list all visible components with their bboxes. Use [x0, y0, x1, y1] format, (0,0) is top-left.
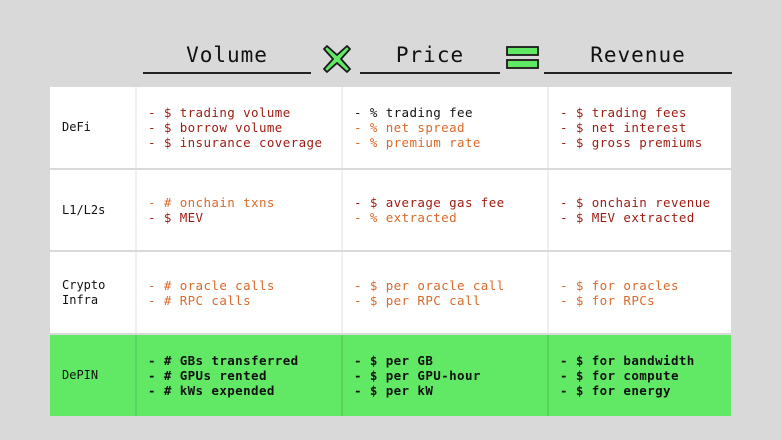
list-item: - $ trading fees	[560, 105, 687, 120]
list-item: - % trading fee	[354, 105, 473, 120]
revenue-cell: - $ for bandwidth - $ for compute - $ fo…	[547, 335, 731, 416]
equals-icon	[506, 46, 539, 69]
x-multiply-icon	[323, 45, 351, 73]
list-item: - # onchain txns	[148, 195, 275, 210]
list-item: - $ per RPC call	[354, 292, 481, 308]
list-item: - $ MEV	[148, 210, 204, 225]
volume-header: Volume	[143, 40, 311, 74]
price-cell: - $ average gas fee - % extracted	[341, 170, 547, 250]
list-item: - % extracted	[354, 210, 458, 225]
volume-cell: - # onchain txns - $ MEV	[135, 170, 341, 250]
table-row-defi: DeFi - $ trading volume - $ borrow volum…	[50, 87, 731, 168]
price-cell: - $ per GB - $ per GPU-hour - $ per kW	[341, 335, 547, 416]
volume-cell: - # GBs transferred - # GPUs rented - # …	[135, 335, 341, 416]
table-row-crypto-infra: Crypto Infra - # oracle calls - # RPC ca…	[50, 252, 731, 333]
row-label: DeFi	[62, 120, 91, 134]
price-cell: - $ per oracle call - $ per RPC call	[341, 252, 547, 333]
row-label: Crypto Infra	[62, 277, 106, 307]
row-label: DePIN	[62, 368, 99, 382]
revenue-cell: - $ onchain revenue - $ MEV extracted	[547, 170, 731, 250]
list-item: - $ MEV extracted	[560, 210, 695, 225]
list-item: - % premium rate	[354, 135, 481, 150]
list-item: - # RPC calls	[148, 292, 252, 308]
list-item: - $ per kW	[354, 383, 434, 398]
row-label: L1/L2s	[62, 202, 106, 217]
price-header: Price	[360, 40, 500, 74]
list-item: - % net spread	[354, 120, 465, 135]
revenue-cell: - $ for oracles - $ for RPCs	[547, 252, 731, 333]
list-item: - $ for bandwidth	[560, 353, 695, 368]
table-row-depin: DePIN - # GBs transferred - # GPUs rente…	[50, 335, 731, 416]
volume-cell: - # oracle calls - # RPC calls	[135, 252, 341, 333]
list-item: - $ for oracles	[560, 277, 679, 293]
list-item: - $ insurance coverage	[148, 135, 323, 150]
list-item: - # oracle calls	[148, 277, 275, 293]
list-item: - $ per GB	[354, 353, 434, 368]
list-item: - $ per GPU-hour	[354, 368, 481, 383]
list-item: - $ per oracle call	[354, 277, 505, 293]
list-item: - $ average gas fee	[354, 195, 505, 210]
list-item: - $ trading volume	[148, 105, 291, 120]
revenue-header: Revenue	[544, 40, 732, 74]
list-item: - $ borrow volume	[148, 120, 283, 135]
list-item: - # GPUs rented	[148, 368, 267, 383]
list-item: - $ for RPCs	[560, 292, 656, 308]
list-item: - $ gross premiums	[560, 135, 703, 150]
list-item: - $ for energy	[560, 383, 671, 398]
volume-cell: - $ trading volume - $ borrow volume - $…	[135, 87, 341, 168]
list-item: - # GBs transferred	[148, 353, 299, 368]
list-item: - $ for compute	[560, 368, 679, 383]
table-row-l1-l2s: L1/L2s - # onchain txns - $ MEV - $ aver…	[50, 170, 731, 250]
list-item: - # kWs expended	[148, 383, 275, 398]
list-item: - $ net interest	[560, 120, 687, 135]
revenue-cell: - $ trading fees - $ net interest - $ gr…	[547, 87, 731, 168]
list-item: - $ onchain revenue	[560, 195, 711, 210]
price-cell: - % trading fee - % net spread - % premi…	[341, 87, 547, 168]
